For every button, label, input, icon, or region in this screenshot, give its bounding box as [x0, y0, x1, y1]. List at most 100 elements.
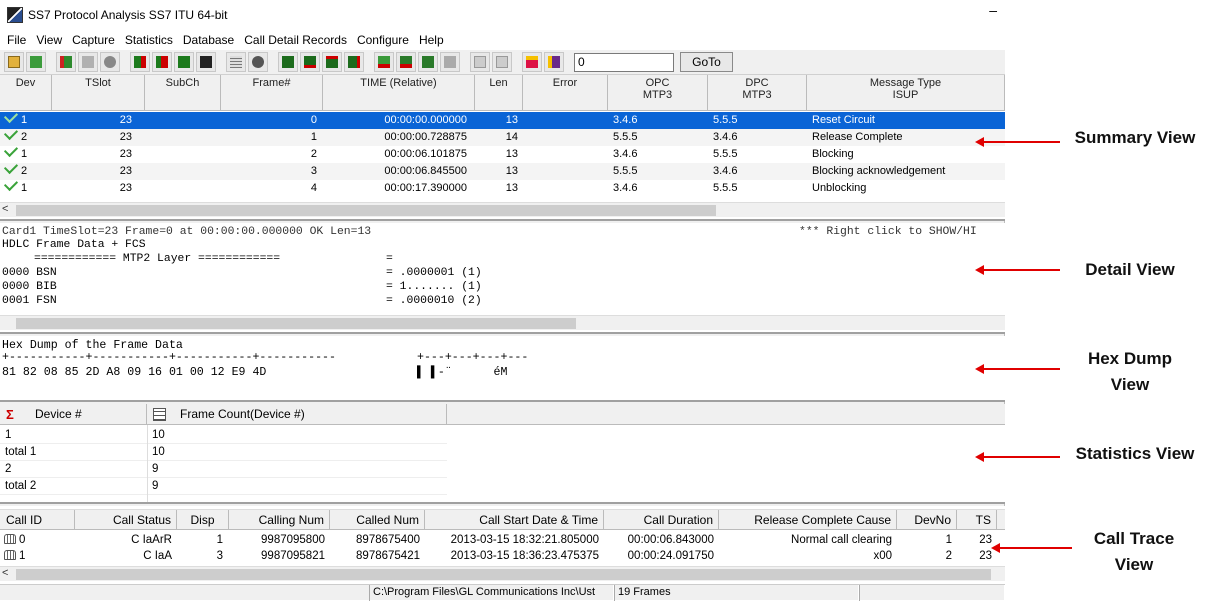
opc-cell: 5.5.5: [613, 165, 638, 177]
col-len[interactable]: Len: [475, 75, 523, 111]
summary-view: Dev TSlot SubCh Frame# TIME (Relative) L…: [0, 75, 1005, 221]
toolbar: GoTo: [0, 50, 1005, 75]
summary-row[interactable]: 1 23 2 00:00:06.101875 13 3.4.6 5.5.5 Bl…: [0, 146, 1005, 163]
summary-row[interactable]: 2 23 1 00:00:00.728875 14 5.5.5 3.4.6 Re…: [0, 129, 1005, 146]
search-prev-icon[interactable]: [322, 52, 342, 72]
import-icon[interactable]: [152, 52, 172, 72]
col-disp[interactable]: Disp: [177, 510, 229, 530]
statistics-row[interactable]: 2 9: [0, 461, 447, 478]
col-time[interactable]: TIME (Relative): [323, 75, 475, 111]
col-calling-num[interactable]: Calling Num: [229, 510, 330, 530]
summary-row[interactable]: 2 23 3 00:00:06.845500 13 5.5.5 3.4.6 Bl…: [0, 163, 1005, 180]
col-dpc[interactable]: DPC MTP3: [708, 75, 807, 111]
summary-row[interactable]: 1 23 0 00:00:00.000000 13 3.4.6 5.5.5 Re…: [0, 112, 1005, 129]
col-call-id[interactable]: Call ID: [0, 510, 75, 530]
annotation-detail: Detail View: [1085, 260, 1175, 279]
clear-filter-icon[interactable]: [440, 52, 460, 72]
summary-scrollbar[interactable]: <: [0, 202, 1005, 217]
scroll-left-icon[interactable]: <: [2, 567, 8, 579]
col-message-type[interactable]: Message Type ISUP: [807, 75, 1005, 111]
col-subch[interactable]: SubCh: [145, 75, 221, 111]
report-icon[interactable]: [544, 52, 564, 72]
frame-cell: 0: [310, 114, 317, 126]
menu-bar: File View Capture Statistics Database Ca…: [0, 30, 1005, 50]
scroll-thumb[interactable]: [16, 318, 576, 329]
calltrace-row[interactable]: 1 C IaA 3 9987095821 8978675421 2013-03-…: [0, 548, 1005, 564]
statistics-arrow: [980, 456, 1060, 458]
col-called-num[interactable]: Called Num: [330, 510, 425, 530]
col-frame[interactable]: Frame#: [221, 75, 323, 111]
detail-hint[interactable]: *** Right click to SHOW/HI: [799, 226, 977, 240]
dpc-cell: 5.5.5: [713, 114, 738, 126]
calltrace-row[interactable]: 0 C IaArR 1 9987095800 8978675400 2013-0…: [0, 532, 1005, 548]
scroll-left-icon[interactable]: <: [2, 203, 8, 215]
menu-call-detail-records[interactable]: Call Detail Records: [244, 33, 347, 47]
menu-statistics[interactable]: Statistics: [125, 33, 173, 47]
menu-file[interactable]: File: [7, 33, 26, 47]
minimize-button[interactable]: –: [989, 2, 997, 18]
search-icon[interactable]: [278, 52, 298, 72]
menu-capture[interactable]: Capture: [72, 33, 115, 47]
detail-field-value: = .0000010 (2): [386, 295, 482, 307]
filter-icon[interactable]: [56, 52, 76, 72]
col-release-cause[interactable]: Release Complete Cause: [719, 510, 897, 530]
detail-header: Card1 TimeSlot=23 Frame=0 at 00:00:00.00…: [2, 226, 372, 238]
col-tslot[interactable]: TSlot: [52, 75, 145, 111]
set-filter-icon[interactable]: [396, 52, 416, 72]
goto-button[interactable]: GoTo: [680, 52, 733, 72]
col-dev[interactable]: Dev: [0, 75, 52, 111]
menu-database[interactable]: Database: [183, 33, 234, 47]
statistics-row[interactable]: 1 10: [0, 427, 447, 444]
col-frame-count[interactable]: Frame Count(Device #): [147, 404, 447, 425]
set-icon[interactable]: [374, 52, 394, 72]
pdf-icon[interactable]: [522, 52, 542, 72]
col-opc[interactable]: OPC MTP3: [608, 75, 708, 111]
col-device[interactable]: Σ Device #: [0, 404, 147, 425]
capture-icon[interactable]: [26, 52, 46, 72]
table-icon: [153, 408, 166, 421]
funnel-icon[interactable]: [418, 52, 438, 72]
summary-row[interactable]: 1 23 4 00:00:17.390000 13 3.4.6 5.5.5 Un…: [0, 180, 1005, 197]
col-ts[interactable]: TS: [957, 510, 997, 530]
call-duration-cell: 00:00:06.843000: [627, 534, 714, 546]
col-call-duration[interactable]: Call Duration: [604, 510, 719, 530]
menu-configure[interactable]: Configure: [357, 33, 409, 47]
statistics-row[interactable]: total 2 9: [0, 478, 447, 495]
stop-icon[interactable]: [100, 52, 120, 72]
detail-scrollbar[interactable]: [0, 315, 1005, 330]
disk-icon[interactable]: [196, 52, 216, 72]
export-icon[interactable]: [130, 52, 150, 72]
detail-field-label[interactable]: 0000 BSN: [2, 267, 57, 281]
window-title: SS7 Protocol Analysis SS7 ITU 64-bit: [28, 8, 228, 22]
call-start-cell: 2013-03-15 18:32:21.805000: [450, 534, 599, 546]
goto-input[interactable]: [574, 52, 674, 72]
detail-field-label[interactable]: 0001 FSN: [2, 295, 57, 309]
calling-num-cell: 9987095800: [261, 534, 325, 546]
detail-layer: ============ MTP2 Layer ============: [34, 253, 281, 265]
decode-icon[interactable]: [492, 52, 512, 72]
col-devno[interactable]: DevNo: [897, 510, 957, 530]
open-folder-icon[interactable]: [4, 52, 24, 72]
settings-icon[interactable]: [78, 52, 98, 72]
clear-icon[interactable]: [470, 52, 490, 72]
search-all-icon[interactable]: [344, 52, 364, 72]
record-icon[interactable]: [248, 52, 268, 72]
menu-view[interactable]: View: [36, 33, 62, 47]
col-call-start[interactable]: Call Start Date & Time: [425, 510, 604, 530]
menu-help[interactable]: Help: [419, 33, 444, 47]
hexdump-bytes[interactable]: 81 82 08 85 2D A8 09 16 01 00 12 E9 4D: [2, 366, 266, 379]
scroll-thumb[interactable]: [16, 205, 716, 216]
calltrace-scrollbar[interactable]: <: [0, 566, 1005, 581]
detail-field-label[interactable]: 0000 BIB: [2, 281, 57, 295]
frame-cell: 4: [310, 182, 317, 194]
grid-icon[interactable]: [226, 52, 246, 72]
save-icon[interactable]: [174, 52, 194, 72]
col-call-status[interactable]: Call Status: [75, 510, 177, 530]
scroll-thumb[interactable]: [16, 569, 991, 580]
detail-title: HDLC Frame Data + FCS: [2, 239, 146, 251]
tslot-cell: 23: [119, 148, 132, 160]
col-error[interactable]: Error: [523, 75, 608, 111]
statistics-row[interactable]: total 1 10: [0, 444, 447, 461]
search-next-icon[interactable]: [300, 52, 320, 72]
hexdump-arrow: [980, 368, 1060, 370]
